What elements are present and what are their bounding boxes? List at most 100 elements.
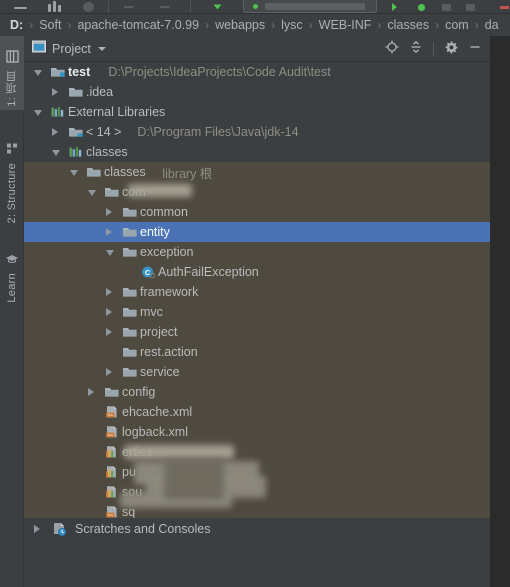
- expand-arrow-icon[interactable]: [106, 367, 112, 376]
- breadcrumb[interactable]: D: › Soft › apache-tomcat-7.0.99 › webapps › lys…: [0, 14, 510, 36]
- editor-gutter-area: [490, 36, 510, 587]
- tree-row-entity[interactable]: entity: [24, 222, 490, 242]
- project-icon: [5, 50, 19, 66]
- collapse-arrow-icon[interactable]: [88, 190, 96, 196]
- sidebar-item-learn[interactable]: Learn: [0, 240, 24, 306]
- sidebar-item-learn-label: Learn: [6, 273, 18, 303]
- breadcrumb-item-soft[interactable]: Soft: [39, 18, 61, 32]
- tree-row-logback-xml[interactable]: <> logback.xml: [24, 422, 490, 442]
- coverage-button-icon[interactable]: [442, 4, 451, 11]
- run-config-dropdown-arrow-icon[interactable]: [213, 4, 222, 10]
- structure-icon: [6, 142, 19, 158]
- tree-row-mvc[interactable]: mvc: [24, 302, 490, 322]
- redacted-overlay: [124, 445, 234, 459]
- collapse-arrow-icon[interactable]: [70, 170, 78, 176]
- toolbar-icon-sync-b[interactable]: [53, 1, 56, 12]
- expand-arrow-icon[interactable]: [106, 307, 112, 316]
- breadcrumb-item-da[interactable]: da: [485, 18, 499, 32]
- folder-icon: [122, 345, 138, 362]
- tree-row-idea[interactable]: .idea: [24, 82, 490, 102]
- chevron-down-icon[interactable]: [97, 46, 106, 51]
- expand-arrow-icon[interactable]: [88, 387, 94, 396]
- tree-row-common[interactable]: common: [24, 202, 490, 222]
- tree-row-framework[interactable]: framework: [24, 282, 490, 302]
- sidebar-item-project[interactable]: 1: 项目: [0, 36, 24, 110]
- project-tree[interactable]: test D:\Projects\IdeaProjects\Code Audit\…: [24, 62, 490, 587]
- tree-row-authfailexception[interactable]: C AuthFailException: [24, 262, 490, 282]
- expand-arrow-icon[interactable]: [52, 127, 58, 136]
- left-tool-window-bar[interactable]: 1: 项目 2: Structure Learn: [0, 36, 24, 587]
- breadcrumb-separator: ›: [67, 18, 72, 32]
- stop-button-icon[interactable]: [500, 6, 509, 9]
- collapse-arrow-icon[interactable]: [52, 150, 60, 156]
- toolbar-icon-sync-a[interactable]: [48, 4, 51, 12]
- expand-arrow-icon[interactable]: [106, 227, 112, 236]
- tree-row-com[interactable]: com: [24, 182, 490, 202]
- tree-row-scratches-and-consoles[interactable]: Scratches and Consoles: [24, 518, 490, 540]
- breadcrumb-item-webapps[interactable]: webapps: [215, 18, 265, 32]
- page-title: Project: [52, 41, 91, 56]
- toolbar-icon-back[interactable]: [124, 6, 134, 8]
- tree-row-external-libraries[interactable]: External Libraries: [24, 102, 490, 122]
- locate-target-icon[interactable]: [385, 40, 399, 59]
- tree-row-label: framework: [140, 285, 199, 299]
- run-button-icon[interactable]: [392, 3, 397, 11]
- folder-icon: [86, 165, 102, 182]
- tree-row-classes-lib[interactable]: classes: [24, 142, 490, 162]
- breadcrumb-item-apachetomcat7.0.99[interactable]: apache-tomcat-7.0.99: [77, 18, 199, 32]
- tree-row-config[interactable]: config: [24, 382, 490, 402]
- expand-arrow-icon[interactable]: [106, 207, 112, 216]
- breadcrumb-separator: ›: [308, 18, 313, 32]
- breadcrumb-item-d[interactable]: D:: [10, 18, 23, 32]
- collapse-arrow-icon[interactable]: [34, 70, 42, 76]
- debug-button-icon[interactable]: [418, 4, 425, 11]
- tree-row-label: .idea: [86, 85, 114, 99]
- tree-row-jdk[interactable]: < 14 > D:\Program Files\Java\jdk-14: [24, 122, 490, 142]
- breadcrumb-item-classes[interactable]: classes: [387, 18, 429, 32]
- toolbar-icon-save[interactable]: [14, 7, 27, 9]
- tree-row-label: entity: [140, 225, 170, 239]
- toolbar-icon-circle[interactable]: [83, 2, 94, 12]
- tree-row-test[interactable]: test D:\Projects\IdeaProjects\Code Audit\…: [24, 62, 490, 82]
- tree-row-label: test: [68, 65, 91, 79]
- properties-file-icon: [104, 485, 120, 502]
- toolbar-divider-1: [108, 0, 109, 13]
- expand-arrow-icon[interactable]: [52, 87, 58, 96]
- sidebar-item-structure-label: 2: Structure: [6, 162, 18, 223]
- folder-icon: [104, 385, 120, 402]
- gear-icon[interactable]: [444, 40, 458, 59]
- folder-icon: [122, 205, 138, 222]
- profile-button-icon[interactable]: [466, 4, 475, 11]
- folder-icon: [122, 285, 138, 302]
- properties-file-icon: [104, 445, 120, 462]
- toolbar-icon-sync-c[interactable]: [58, 5, 61, 12]
- tree-row-rest-action[interactable]: rest.action: [24, 342, 490, 362]
- tree-row-properties-1[interactable]: erties: [24, 442, 490, 462]
- tree-row-project[interactable]: project: [24, 322, 490, 342]
- collapse-all-icon[interactable]: [409, 40, 423, 59]
- tree-row-service[interactable]: service: [24, 362, 490, 382]
- collapse-arrow-icon[interactable]: [106, 250, 114, 256]
- project-view-selector[interactable]: Project: [32, 40, 106, 58]
- tree-row-label: logback.xml: [122, 425, 188, 439]
- breadcrumb-separator: ›: [205, 18, 210, 32]
- tree-row-ehcache-xml[interactable]: <> ehcache.xml: [24, 402, 490, 422]
- toolbar-icon-forward[interactable]: [160, 6, 170, 8]
- breadcrumb-item-com[interactable]: com: [445, 18, 469, 32]
- tree-row-exception[interactable]: exception: [24, 242, 490, 262]
- folder-icon: [122, 225, 138, 242]
- tree-row-classes-root[interactable]: classes library 根: [24, 162, 490, 182]
- expand-arrow-icon[interactable]: [106, 327, 112, 336]
- minimize-icon[interactable]: [468, 40, 482, 59]
- tree-row-label: rest.action: [140, 345, 198, 359]
- expand-arrow-icon[interactable]: [34, 525, 40, 533]
- breadcrumb-separator: ›: [474, 18, 479, 32]
- expand-arrow-icon[interactable]: [106, 287, 112, 296]
- sidebar-item-structure[interactable]: 2: Structure: [0, 128, 24, 226]
- sidebar-item-project-label: 1: 项目: [6, 71, 18, 107]
- breadcrumb-item-lysc[interactable]: lysc: [281, 18, 303, 32]
- tree-row-label: common: [140, 205, 188, 219]
- collapse-arrow-icon[interactable]: [34, 110, 42, 116]
- breadcrumb-item-webinf[interactable]: WEB-INF: [319, 18, 372, 32]
- main-toolbar[interactable]: [0, 0, 510, 14]
